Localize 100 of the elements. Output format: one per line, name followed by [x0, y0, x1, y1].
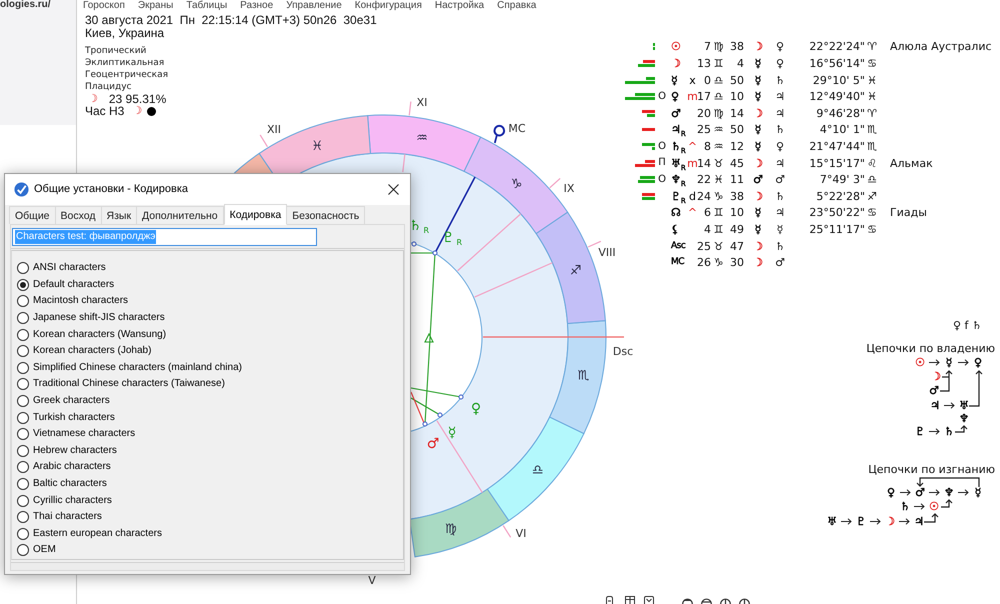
sign-glyph: ♌	[867, 158, 877, 169]
radio-option[interactable]: Japanese shift-JIS characters	[17, 310, 165, 326]
radio-option[interactable]: Turkish characters	[17, 409, 115, 426]
radio-button[interactable]	[17, 511, 29, 524]
radio-option[interactable]: Korean characters (Johab)	[17, 342, 152, 360]
radio-button[interactable]	[17, 528, 29, 540]
circle-icon[interactable]	[739, 596, 750, 604]
planet-glyph: ♆$_{R}$	[671, 174, 686, 186]
radio-button[interactable]	[17, 478, 29, 490]
chain-node-glyph: ☽	[930, 370, 942, 384]
radio-option[interactable]: Hebrew characters	[17, 442, 117, 460]
sign-glyph: ♏	[867, 141, 877, 152]
sign-glyph: ♋	[867, 224, 877, 236]
circle-icon[interactable]	[701, 596, 712, 604]
right-arrow-icon	[841, 518, 852, 526]
radio-button[interactable]	[17, 362, 29, 374]
tab[interactable]: Общие	[9, 206, 56, 224]
tab[interactable]: Кодировка	[224, 204, 288, 225]
radio-option[interactable]: OEM	[17, 542, 56, 559]
grid-icon[interactable]	[625, 596, 635, 604]
radio-button[interactable]	[17, 444, 29, 457]
lord-glyph: ♄	[775, 190, 785, 202]
menu-item[interactable]: Разное	[240, 0, 274, 11]
radio-button[interactable]	[17, 345, 29, 358]
house-cusp-tick	[588, 240, 602, 248]
chain-node-glyph: ☿	[944, 356, 954, 370]
minutes-value: 49	[730, 224, 744, 236]
sign-glyph: ♎	[714, 91, 724, 102]
tab[interactable]: Дополнительно	[136, 206, 224, 224]
ruler-glyph: ☿	[754, 224, 762, 236]
menu-item[interactable]: Гороскоп	[83, 0, 125, 11]
radio-option[interactable]: Korean characters (Wansung)	[17, 326, 166, 343]
radio-button[interactable]	[17, 278, 29, 291]
connector-arrow	[916, 477, 980, 487]
radio-button[interactable]	[17, 461, 29, 474]
degree-value: 13	[697, 58, 711, 70]
sign-glyph: ♈	[867, 41, 877, 52]
radio-button[interactable]	[17, 378, 29, 390]
radio-option[interactable]: Simplified Chinese characters (mainland china)	[17, 360, 242, 376]
position-value: 5°22'28"	[816, 190, 865, 202]
tab[interactable]: Восход	[54, 206, 102, 224]
radio-button[interactable]	[17, 494, 29, 507]
radio-button[interactable]	[17, 428, 29, 440]
filled-circle-icon	[147, 106, 156, 116]
sign-glyph: ♋	[867, 207, 877, 218]
ruler-glyph: ☽	[753, 240, 763, 252]
radio-button[interactable]	[17, 262, 29, 274]
chain-node-glyph: ♂	[928, 384, 940, 398]
radio-option[interactable]: Greek characters	[17, 392, 110, 410]
menu-item[interactable]: Настройка	[434, 0, 484, 11]
sign-glyph: ♎	[867, 174, 877, 186]
radio-option[interactable]: Default characters	[17, 276, 114, 294]
connector-arrow	[955, 425, 968, 432]
tab[interactable]: Безопасность	[286, 206, 366, 224]
position-value: 7°49' 3"	[820, 174, 865, 186]
radio-option[interactable]: Cyrillic characters	[17, 492, 112, 509]
ruler-glyph: ☽	[753, 41, 763, 52]
sign-glyph: ♉	[714, 240, 724, 252]
radio-button[interactable]	[17, 395, 29, 408]
radio-option[interactable]: Vietnamese characters	[17, 426, 136, 443]
chain-node-glyph: ♇	[855, 514, 867, 529]
setting-text: Тропический	[85, 45, 146, 57]
position-value: 25°11'17"	[809, 224, 865, 236]
radio-option[interactable]: ANSI characters	[17, 260, 106, 277]
radio-button[interactable]	[17, 295, 29, 308]
chain-node-glyph: ☉	[914, 356, 926, 370]
menu-item[interactable]: Управление	[286, 0, 342, 11]
sign-glyph: ♐	[867, 190, 877, 202]
radio-option[interactable]: Traditional Chinese characters (Taiwanese)	[17, 376, 225, 393]
moon-glyph: ☽	[132, 105, 142, 117]
rounded-box-icon[interactable]	[605, 596, 614, 604]
box-icon[interactable]	[644, 596, 654, 604]
house-label: V	[368, 574, 376, 587]
menu-item[interactable]: Экраны	[138, 0, 174, 11]
radio-button[interactable]	[17, 412, 29, 424]
radio-option[interactable]: Eastern european characters	[17, 526, 162, 542]
url-text: ologies.ru/	[0, 0, 52, 10]
degree-value: 26	[697, 257, 711, 268]
radio-option[interactable]: Arabic characters	[17, 459, 111, 476]
radio-option[interactable]: Thai characters	[17, 508, 102, 526]
menu-item[interactable]: Конфигурация	[354, 0, 422, 11]
menu-item[interactable]: Справка	[497, 0, 536, 11]
radio-button[interactable]	[17, 544, 29, 556]
chain-node-glyph: ♅	[826, 514, 838, 529]
menu-item[interactable]: Таблицы	[186, 0, 228, 11]
connector-arrow	[969, 370, 982, 406]
right-arrow-icon	[958, 359, 969, 366]
radio-option[interactable]: Macintosh characters	[17, 293, 128, 310]
circle-icon[interactable]	[720, 596, 731, 604]
dignity-mark: П	[658, 158, 666, 168]
position-value: 29°10' 5"	[812, 74, 865, 86]
radio-option[interactable]: Baltic characters	[17, 476, 107, 492]
radio-button[interactable]	[17, 312, 29, 324]
sign-glyph: ♏	[867, 124, 877, 136]
ruler-glyph: ☿	[754, 91, 762, 102]
sign-glyph: ♒	[714, 124, 724, 136]
degree-value: 25	[697, 124, 711, 136]
house-label: VI	[516, 527, 526, 540]
circle-icon[interactable]	[682, 596, 693, 604]
radio-button[interactable]	[17, 328, 29, 341]
